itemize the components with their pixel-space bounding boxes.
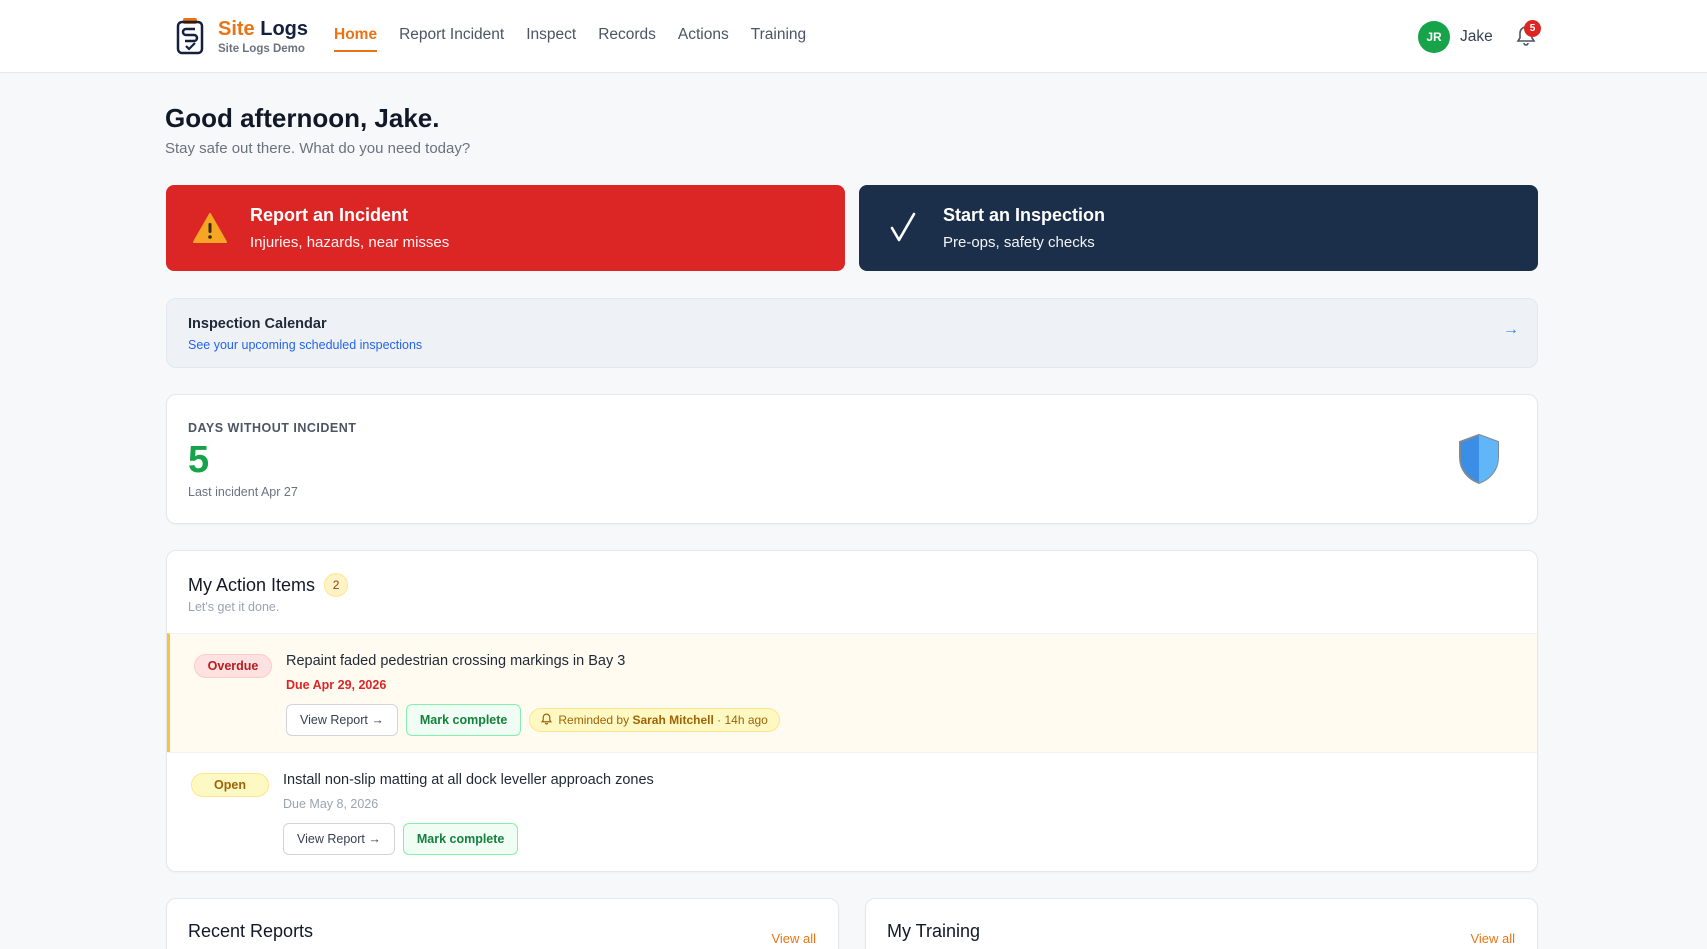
status-badge: Overdue: [194, 654, 272, 678]
action-items-card: My Action Items 2 Let's get it done. Ove…: [166, 550, 1538, 872]
report-incident-title: Report an Incident: [250, 205, 409, 225]
calendar-subtitle: See your upcoming scheduled inspections: [188, 338, 423, 352]
start-inspection-button[interactable]: Start an Inspection Pre-ops, safety chec…: [859, 185, 1538, 271]
my-training-title: My Training: [887, 921, 981, 941]
calendar-title: Inspection Calendar: [188, 316, 327, 332]
action-item-due: Due May 8, 2026: [283, 797, 379, 811]
brand-subtitle: Site Logs Demo: [218, 43, 305, 55]
notification-badge: 5: [1524, 20, 1541, 37]
days-label: DAYS WITHOUT INCIDENT: [188, 421, 357, 435]
action-items-title: My Action Items 2: [188, 573, 349, 597]
action-items-count-badge: 2: [324, 573, 349, 597]
site-logs-logo-icon: [176, 17, 204, 55]
bell-icon: [541, 712, 553, 728]
report-incident-subtitle: Injuries, hazards, near misses: [250, 234, 450, 251]
view-report-button[interactable]: View Report →: [286, 704, 398, 736]
avatar: JR: [1418, 21, 1450, 53]
brand[interactable]: Site Logs Site Logs Demo: [176, 17, 308, 55]
action-items-subtitle: Let's get it done.: [188, 600, 280, 614]
checkmark-icon: [885, 210, 921, 246]
list-item: Overdue Repaint faded pedestrian crossin…: [167, 633, 1537, 752]
mark-complete-button[interactable]: Mark complete: [402, 823, 519, 855]
action-item-title: Repaint faded pedestrian crossing markin…: [286, 653, 626, 669]
start-inspection-title: Start an Inspection: [943, 205, 1106, 225]
warning-icon: [192, 210, 228, 246]
status-badge: Open: [191, 773, 269, 797]
my-training-card: My Training View all: [865, 898, 1538, 949]
my-training-view-all-link[interactable]: View all: [1470, 931, 1515, 946]
mark-complete-button[interactable]: Mark complete: [405, 704, 522, 736]
recent-reports-view-all-link[interactable]: View all: [771, 931, 816, 946]
page-title: Good afternoon, Jake.: [165, 103, 440, 133]
nav-home[interactable]: Home: [334, 26, 378, 52]
arrow-right-icon: →: [1503, 321, 1519, 338]
action-item-due: Due Apr 29, 2026: [286, 678, 387, 692]
days-without-incident-card: DAYS WITHOUT INCIDENT 5 Last incident Ap…: [166, 394, 1538, 524]
action-item-title: Install non-slip matting at all dock lev…: [283, 772, 654, 788]
inspection-calendar-link[interactable]: Inspection Calendar See your upcoming sc…: [166, 298, 1538, 368]
recent-reports-card: Recent Reports View all: [166, 898, 839, 949]
report-incident-button[interactable]: Report an Incident Injuries, hazards, ne…: [166, 185, 845, 271]
last-incident: Last incident Apr 27: [188, 485, 298, 499]
main-nav: Home Report Incident Inspect Records Act…: [334, 26, 806, 52]
start-inspection-subtitle: Pre-ops, safety checks: [943, 234, 1095, 251]
user-name: Jake: [1460, 28, 1493, 45]
reminder-badge: Reminded by Sarah Mitchell · 14h ago: [529, 708, 780, 732]
page-subtitle: Stay safe out there. What do you need to…: [165, 140, 471, 157]
list-item: Open Install non-slip matting at all doc…: [167, 752, 1537, 871]
recent-reports-title: Recent Reports: [188, 921, 314, 941]
days-value: 5: [188, 439, 210, 481]
brand-name: Site Logs: [218, 18, 309, 40]
nav-report-incident[interactable]: Report Incident: [399, 26, 504, 52]
view-report-button[interactable]: View Report →: [283, 823, 395, 855]
shield-icon: [1457, 433, 1501, 490]
user-menu[interactable]: JR Jake: [1418, 21, 1493, 53]
nav-training[interactable]: Training: [751, 26, 806, 52]
nav-actions[interactable]: Actions: [678, 26, 729, 52]
nav-records[interactable]: Records: [598, 26, 656, 52]
nav-inspect[interactable]: Inspect: [526, 26, 576, 52]
top-navigation-bar: Site Logs Site Logs Demo Home Report Inc…: [0, 0, 1707, 73]
